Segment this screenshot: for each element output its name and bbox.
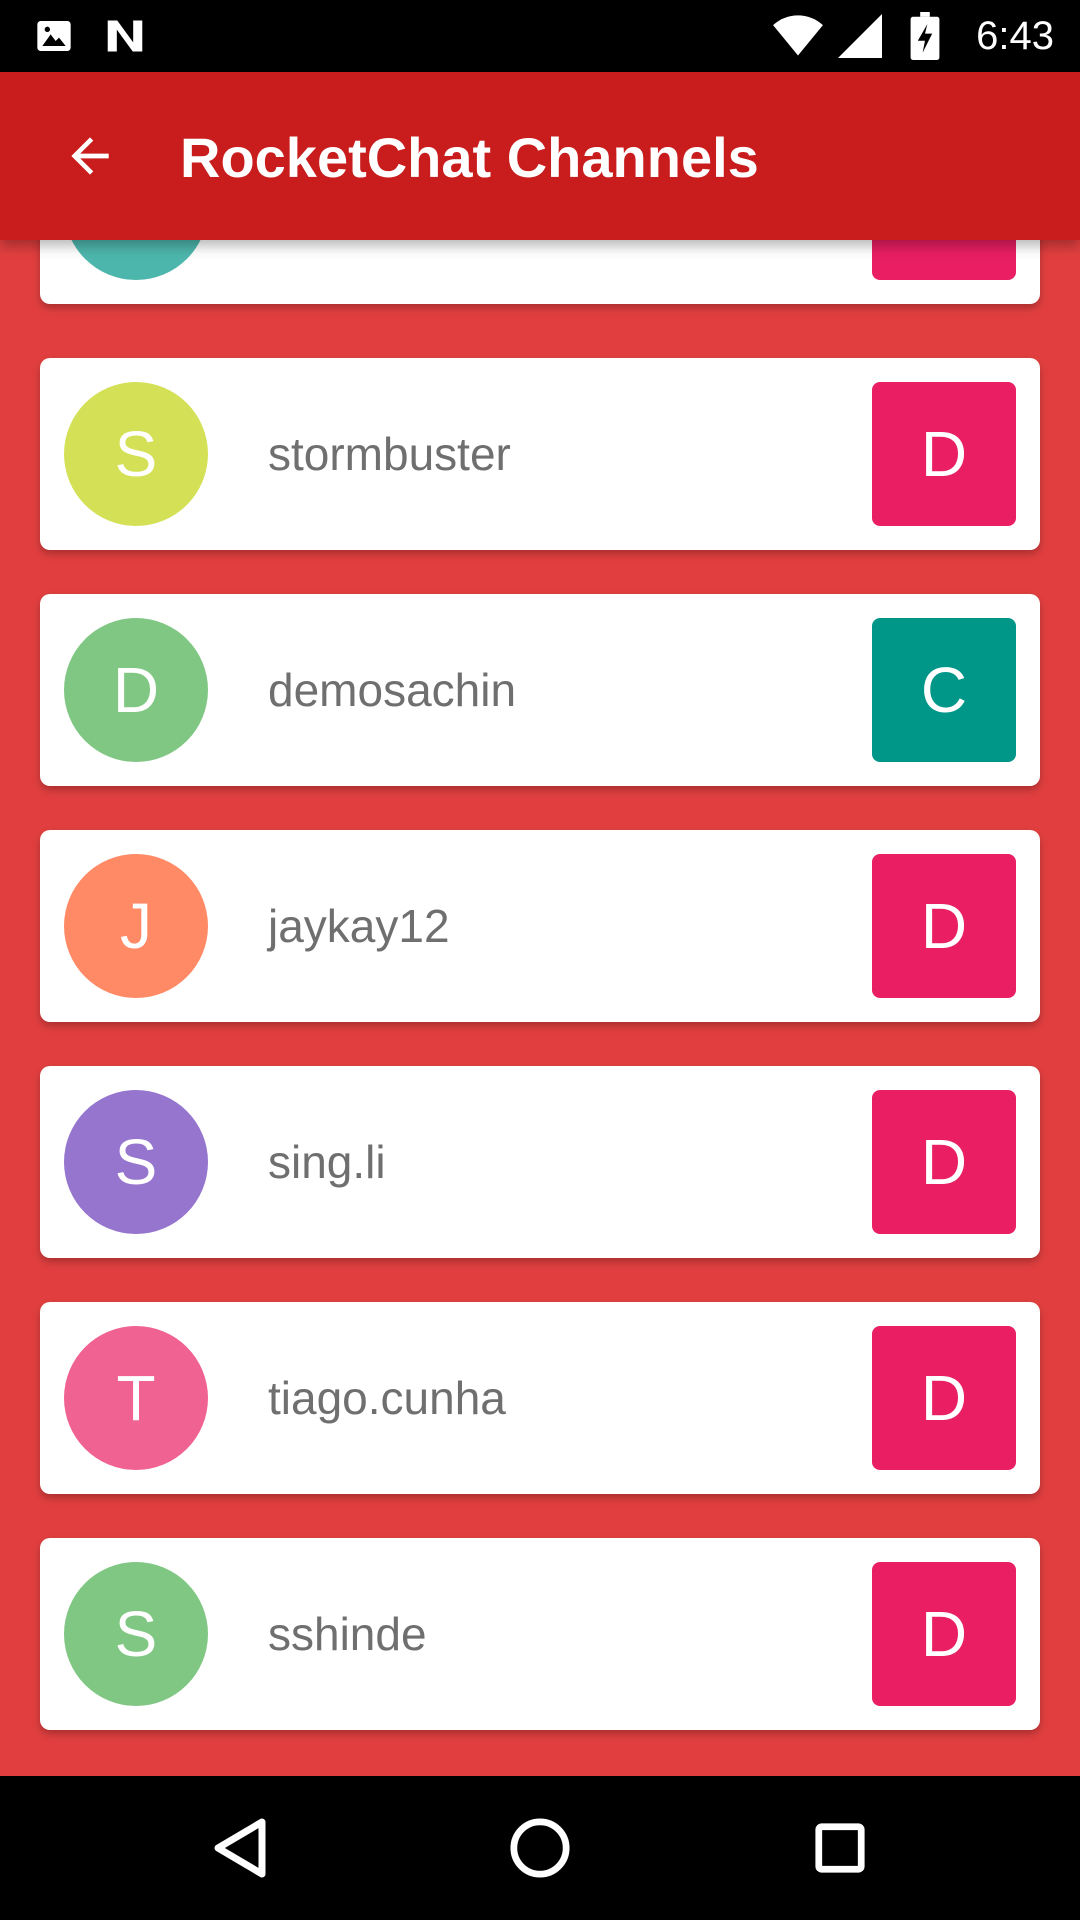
channel-item[interactable]: T tiago.cunha D (40, 1302, 1040, 1494)
toolbar: RocketChat Channels (0, 72, 1080, 240)
channel-list[interactable]: S stormbuster D D demosachin C J jaykay1… (0, 240, 1080, 1776)
channel-type-badge: D (872, 382, 1016, 526)
channel-name: sshinde (268, 1608, 427, 1660)
avatar: J (64, 854, 208, 998)
page-title: RocketChat Channels (180, 126, 759, 189)
channel-type-badge: C (872, 618, 1016, 762)
status-bar: 6:43 (0, 0, 1080, 72)
channel-item[interactable]: S stormbuster D (40, 358, 1040, 550)
channel-name: demosachin (268, 664, 517, 716)
wifi-icon (773, 15, 823, 56)
avatar: S (64, 382, 208, 526)
back-nav-icon (214, 1818, 266, 1878)
home-nav-icon (510, 1818, 570, 1878)
arrow-back-icon (71, 137, 109, 175)
battery-charging-icon (910, 12, 940, 60)
channel-name: tiago.cunha (268, 1372, 506, 1424)
avatar: S (64, 1090, 208, 1234)
channel-type-badge: D (872, 1090, 1016, 1234)
avatar: S (64, 1562, 208, 1706)
navigation-bar (0, 1776, 1080, 1920)
back-button[interactable] (46, 112, 134, 200)
status-time: 6:43 (976, 14, 1054, 58)
channel-type-badge (872, 240, 1016, 280)
channel-type-badge: D (872, 854, 1016, 998)
avatar: T (64, 1326, 208, 1470)
channel-name: sing.li (268, 1136, 386, 1188)
channel-item[interactable]: D demosachin C (40, 594, 1040, 786)
avatar: D (64, 618, 208, 762)
avatar (64, 240, 208, 280)
channel-item-partial[interactable] (40, 240, 1040, 304)
n-notification-icon (105, 18, 145, 54)
channel-name: stormbuster (268, 428, 511, 480)
nav-back-button[interactable] (196, 1804, 284, 1892)
nav-recents-button[interactable] (796, 1804, 884, 1892)
channel-item[interactable]: S sshinde D (40, 1538, 1040, 1730)
nav-home-button[interactable] (496, 1804, 584, 1892)
channel-item[interactable]: S sing.li D (40, 1066, 1040, 1258)
channel-type-badge: D (872, 1326, 1016, 1470)
channel-type-badge: D (872, 1562, 1016, 1706)
image-notification-icon (37, 21, 71, 51)
channel-name: jaykay12 (268, 900, 450, 952)
recents-nav-icon (815, 1823, 865, 1873)
cellular-signal-icon (838, 14, 882, 58)
channel-item[interactable]: J jaykay12 D (40, 830, 1040, 1022)
